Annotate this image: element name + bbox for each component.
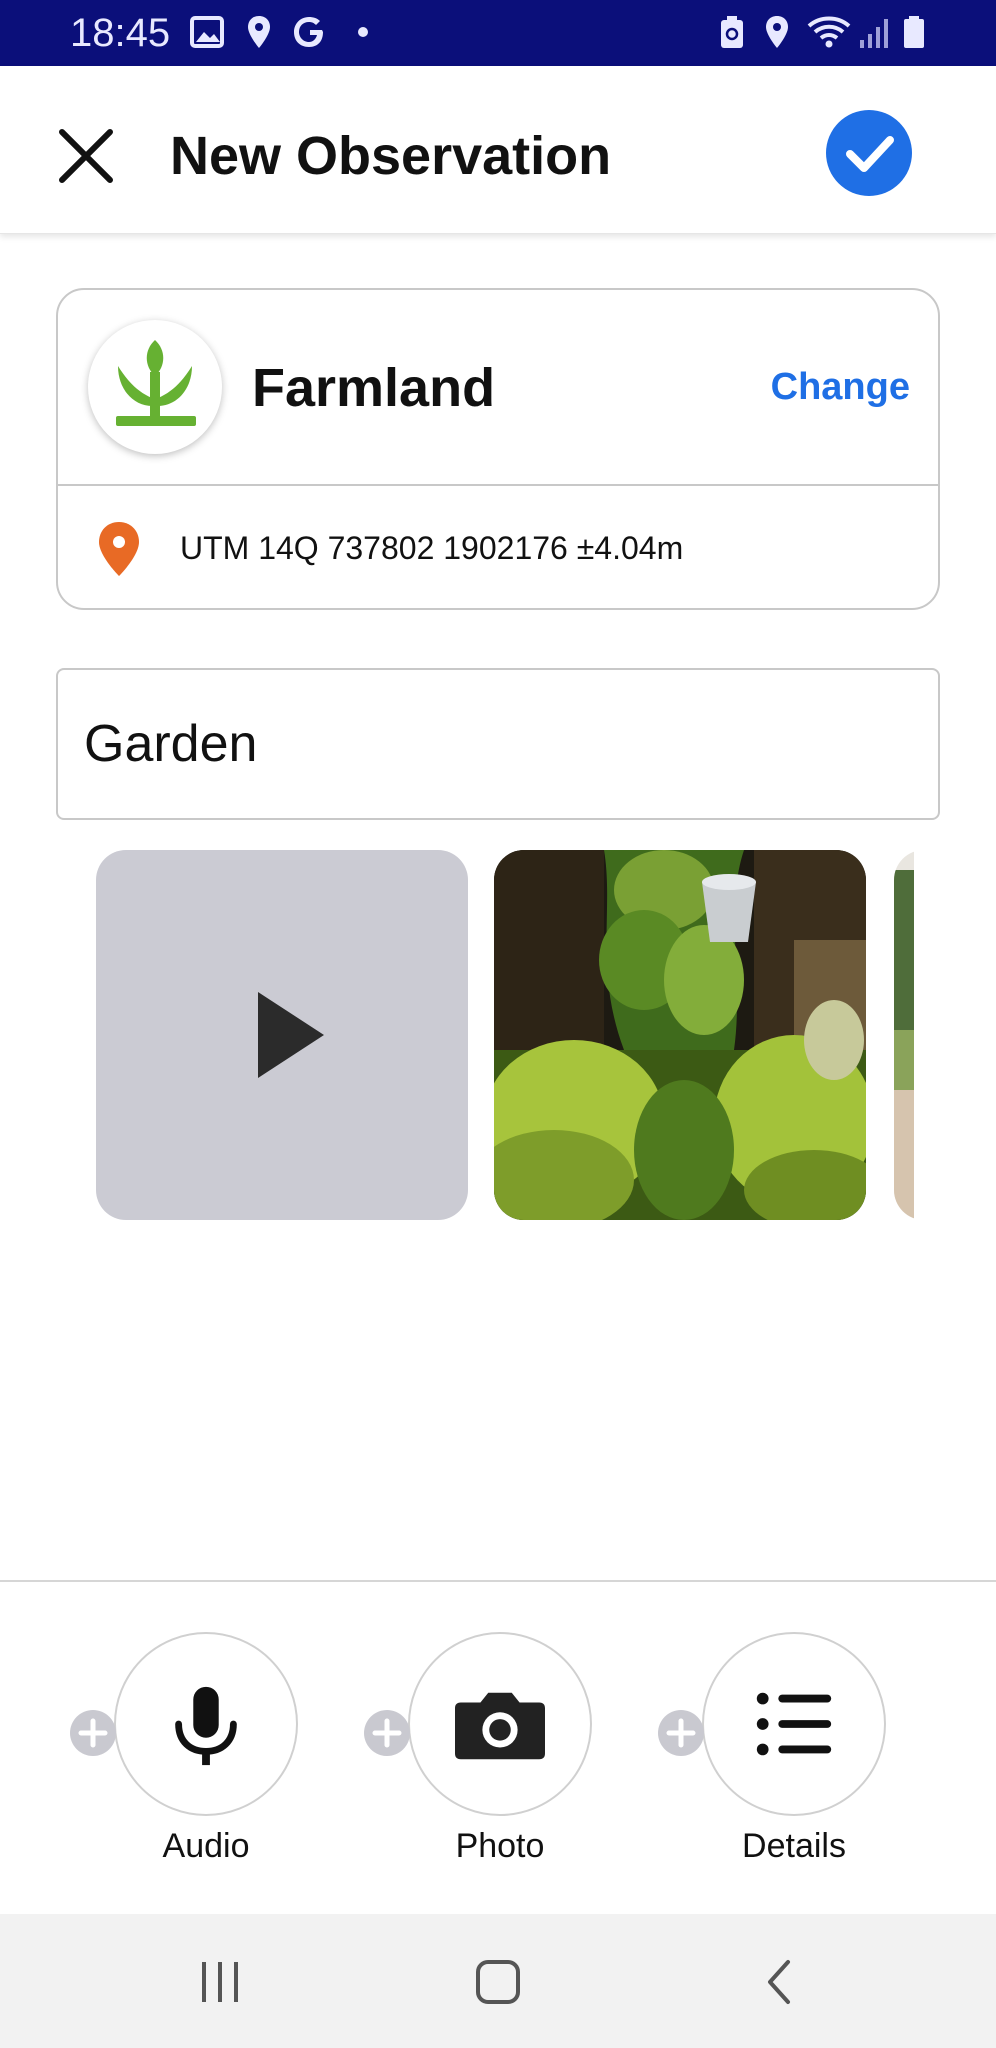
battery-saver-icon bbox=[721, 16, 743, 48]
details-label: Details bbox=[742, 1827, 846, 1865]
add-icon bbox=[658, 1710, 704, 1756]
audio-label: Audio bbox=[162, 1827, 250, 1865]
navigation-bar bbox=[0, 1914, 996, 2048]
status-bar: 18:45 bbox=[0, 0, 996, 66]
recent-apps-icon[interactable] bbox=[196, 1958, 244, 2006]
photo-label: Photo bbox=[455, 1827, 545, 1865]
list-icon bbox=[756, 1692, 832, 1756]
app-bar: New Observation bbox=[0, 66, 996, 234]
category-row: Farmland Change bbox=[58, 290, 938, 486]
camera-icon bbox=[455, 1692, 545, 1760]
category-avatar bbox=[88, 320, 222, 454]
location-text: UTM 14Q 737802 1902176 ±4.04m bbox=[180, 530, 684, 566]
location-row: UTM 14Q 737802 1902176 ±4.04m bbox=[58, 486, 938, 608]
add-audio-button[interactable]: Audio bbox=[70, 1632, 304, 1872]
photo-thumbnail[interactable] bbox=[894, 850, 914, 1220]
add-details-button[interactable]: Details bbox=[658, 1632, 892, 1872]
add-icon bbox=[364, 1710, 410, 1756]
audio-thumbnail[interactable] bbox=[96, 850, 468, 1220]
divider bbox=[0, 1580, 996, 1582]
audio-button-circle bbox=[114, 1632, 298, 1816]
sprout-icon bbox=[116, 340, 196, 426]
confirm-button[interactable] bbox=[826, 110, 912, 196]
category-name: Farmland bbox=[252, 358, 496, 418]
photo-button-circle bbox=[408, 1632, 592, 1816]
add-photo-button[interactable]: Photo bbox=[364, 1632, 598, 1872]
microphone-icon bbox=[175, 1686, 237, 1766]
page-title: New Observation bbox=[170, 126, 612, 186]
details-button-circle bbox=[702, 1632, 886, 1816]
signal-icon bbox=[860, 19, 888, 48]
close-icon[interactable] bbox=[50, 120, 122, 192]
garden-photo bbox=[494, 850, 866, 1220]
back-icon[interactable] bbox=[756, 1958, 804, 2006]
wifi-icon bbox=[807, 16, 851, 48]
add-icon bbox=[70, 1710, 116, 1756]
change-category-button[interactable]: Change bbox=[771, 362, 910, 412]
play-icon bbox=[258, 992, 324, 1078]
map-pin-icon bbox=[99, 522, 139, 576]
google-icon bbox=[294, 17, 323, 47]
location-icon bbox=[766, 16, 788, 48]
garden-photo-partial bbox=[894, 850, 914, 1220]
category-card: Farmland Change UTM 14Q 737802 1902176 ±… bbox=[56, 288, 940, 610]
battery-icon bbox=[904, 16, 924, 48]
status-time: 18:45 bbox=[70, 11, 171, 55]
location-icon bbox=[248, 16, 270, 48]
home-icon[interactable] bbox=[474, 1958, 522, 2006]
photo-thumbnail[interactable] bbox=[494, 850, 866, 1220]
check-icon bbox=[846, 136, 894, 172]
media-strip[interactable] bbox=[96, 850, 914, 1220]
dot-icon bbox=[358, 27, 368, 37]
notes-field[interactable]: Garden bbox=[56, 668, 940, 820]
image-icon bbox=[190, 16, 224, 48]
